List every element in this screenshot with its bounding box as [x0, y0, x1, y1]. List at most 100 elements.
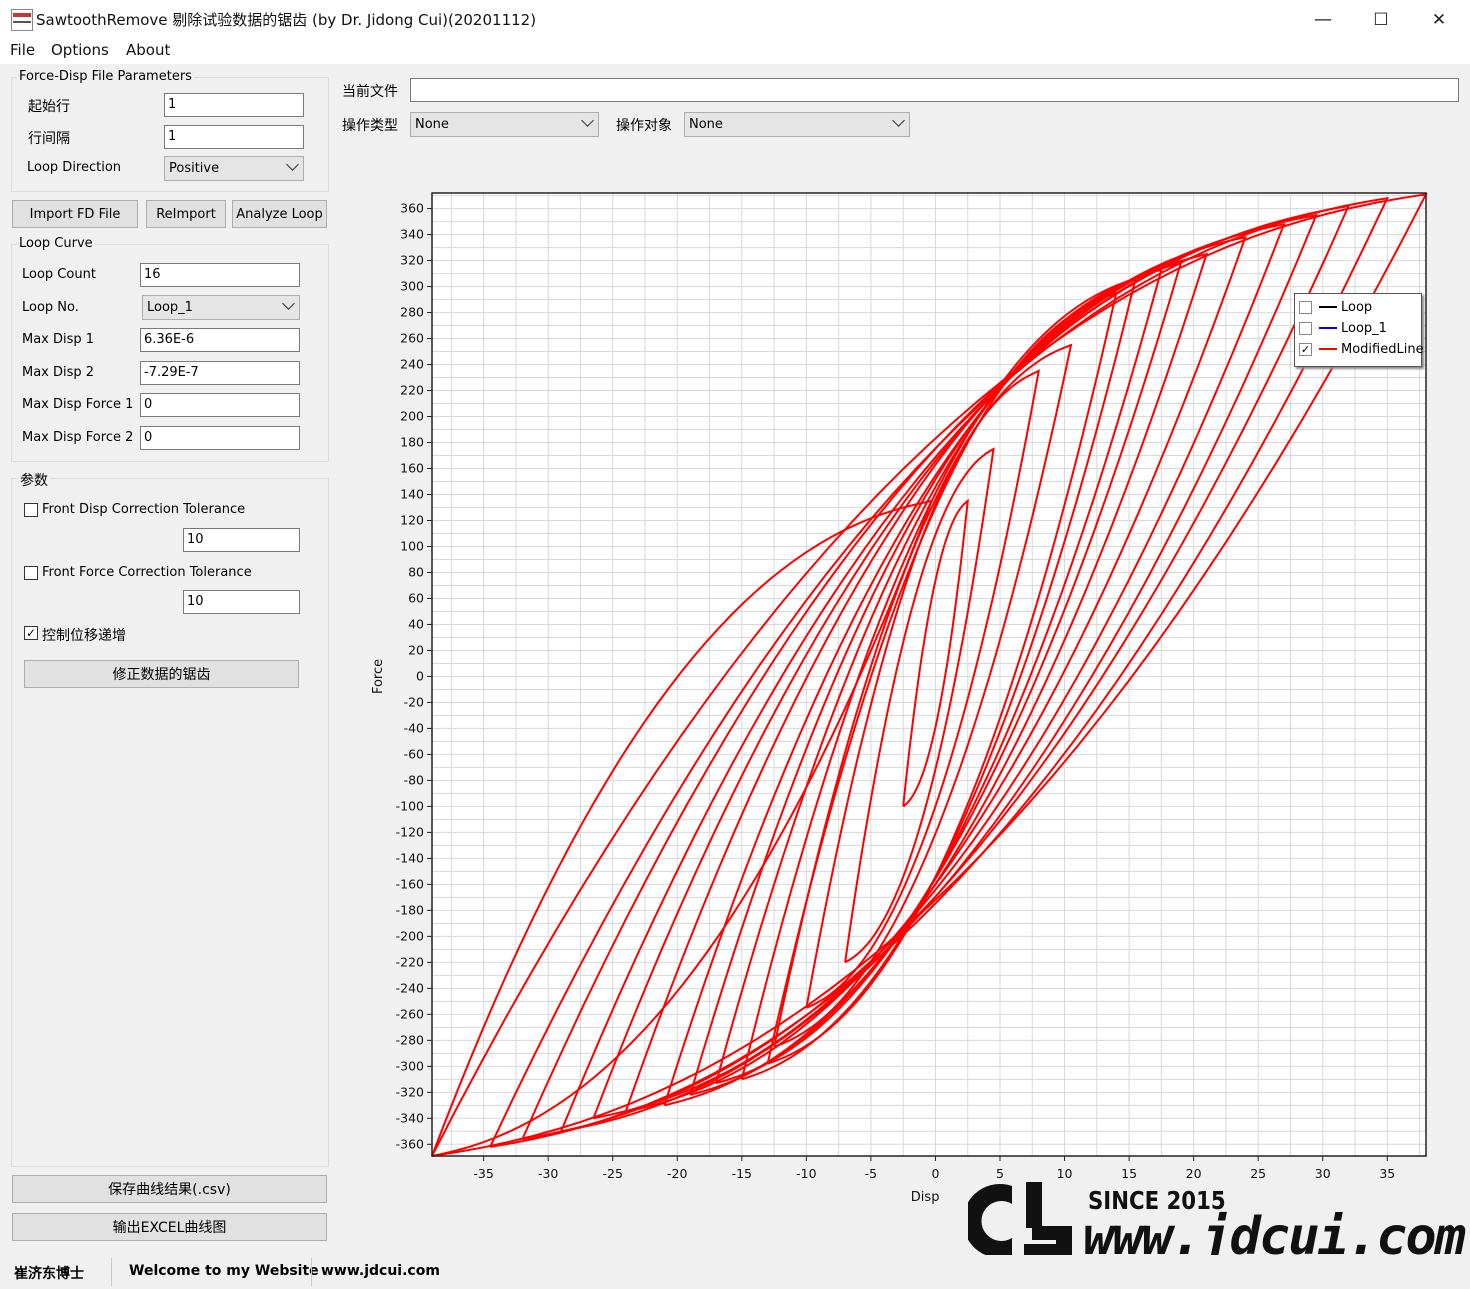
legend-item-modified[interactable]: ✓ ModifiedLine: [1299, 340, 1424, 358]
y-tick-label: -260: [396, 1006, 424, 1021]
x-tick-label: -15: [732, 1166, 752, 1181]
x-tick-label: 0: [931, 1166, 939, 1181]
analyze-loop-button[interactable]: Analyze Loop: [232, 200, 327, 228]
legend-checkbox-loop1[interactable]: [1299, 321, 1312, 335]
y-tick-label: 220: [400, 383, 424, 398]
loop-count-input[interactable]: 16: [140, 263, 300, 287]
y-tick-label: 80: [408, 564, 424, 579]
status-author: 崔济东博士: [14, 1266, 84, 1282]
row-interval-input[interactable]: 1: [164, 125, 304, 149]
check-icon: ✓: [25, 626, 37, 640]
import-fd-file-button[interactable]: Import FD File: [12, 200, 138, 228]
fix-sawtooth-button[interactable]: 修正数据的锯齿: [24, 660, 299, 688]
legend-label-loop: Loop: [1341, 299, 1373, 315]
loop-no-label: Loop No.: [22, 300, 79, 315]
y-tick-label: 40: [408, 616, 424, 631]
minimize-button[interactable]: —: [1294, 0, 1352, 39]
close-button[interactable]: ✕: [1410, 0, 1468, 39]
y-tick-label: 360: [400, 201, 424, 216]
max-disp2-label: Max Disp 2: [22, 365, 95, 380]
x-tick-label: 5: [996, 1166, 1004, 1181]
y-tick-label: -300: [396, 1058, 424, 1073]
y-tick-label: -120: [396, 824, 424, 839]
ctrl-disp-checkbox[interactable]: ✓: [24, 626, 38, 640]
y-tick-label: -40: [404, 720, 424, 735]
loop-no-select[interactable]: Loop_1: [142, 295, 300, 320]
y-tick-label: 60: [408, 590, 424, 605]
loop-count-label: Loop Count: [22, 267, 96, 282]
app-icon: [11, 9, 33, 31]
chevron-down-icon: [581, 114, 594, 127]
loop-direction-value: Positive: [169, 161, 220, 176]
x-tick-label: -5: [865, 1166, 877, 1181]
x-tick-label: 20: [1186, 1166, 1202, 1181]
y-tick-label: 120: [400, 512, 424, 527]
maximize-button[interactable]: ☐: [1352, 0, 1410, 39]
hysteresis-chart[interactable]: -35 -30 -25 -20 -15 -10 -5 0 5 10 15 20 25 30 35 360 340…: [340, 150, 1460, 1210]
y-tick-label: 100: [400, 538, 424, 553]
legend-swatch-loop: [1319, 306, 1337, 308]
x-tick-label: -30: [538, 1166, 558, 1181]
chevron-down-icon: [286, 158, 299, 171]
status-url[interactable]: www.jdcui.com: [321, 1263, 440, 1279]
legend-item-loop[interactable]: Loop: [1299, 298, 1372, 316]
status-separator: [311, 1258, 312, 1286]
y-tick-label: -240: [396, 980, 424, 995]
max-force2-label: Max Disp Force 2: [22, 430, 134, 445]
y-tick-label: 240: [400, 357, 424, 372]
front-disp-checkbox[interactable]: [24, 503, 38, 517]
op-target-value: None: [689, 117, 723, 132]
y-tick-label: -200: [396, 928, 424, 943]
menu-bar: [0, 39, 1470, 64]
legend-checkbox-modified[interactable]: ✓: [1299, 342, 1312, 356]
y-tick-label: -60: [404, 746, 424, 761]
front-force-input[interactable]: 10: [183, 590, 300, 614]
front-disp-label: Front Disp Correction Tolerance: [42, 502, 246, 517]
y-tick-label: 160: [400, 461, 424, 476]
y-tick-label: 280: [400, 305, 424, 320]
y-tick-label: -140: [396, 850, 424, 865]
loop-direction-select[interactable]: Positive: [164, 156, 304, 181]
status-welcome: Welcome to my Website: [129, 1263, 319, 1279]
menu-file[interactable]: File: [10, 41, 35, 59]
legend-label-modified: ModifiedLine: [1341, 341, 1424, 357]
legend-swatch-modified: [1319, 348, 1337, 350]
front-force-checkbox[interactable]: [24, 566, 38, 580]
op-type-label: 操作类型: [342, 118, 398, 134]
max-force1-input[interactable]: 0: [140, 393, 300, 417]
chevron-down-icon: [282, 297, 295, 310]
y-tick-label: -180: [396, 902, 424, 917]
menu-options[interactable]: Options: [51, 41, 109, 59]
legend-swatch-loop1: [1319, 327, 1337, 329]
y-tick-label: -160: [396, 876, 424, 891]
max-disp2-input[interactable]: -7.29E-7: [140, 361, 300, 385]
export-excel-button[interactable]: 输出EXCEL曲线图: [12, 1213, 327, 1241]
current-file-input[interactable]: [410, 78, 1459, 102]
start-row-input[interactable]: 1: [164, 93, 304, 117]
chart-legend[interactable]: Loop Loop_1 ✓ ModifiedLine: [1294, 293, 1424, 367]
fd-params-title: Force-Disp File Parameters: [17, 69, 194, 84]
y-tick-label: 20: [408, 642, 424, 657]
save-csv-button[interactable]: 保存曲线结果(.csv): [12, 1175, 327, 1203]
op-type-select[interactable]: None: [410, 112, 599, 137]
op-target-select[interactable]: None: [684, 112, 910, 137]
reimport-button[interactable]: ReImport: [146, 200, 226, 228]
y-tick-label: 260: [400, 331, 424, 346]
params-group: [11, 478, 329, 1167]
max-disp1-input[interactable]: 6.36E-6: [140, 328, 300, 352]
y-axis-label: Force: [371, 659, 386, 694]
legend-item-loop1[interactable]: Loop_1: [1299, 319, 1387, 337]
x-tick-label: -35: [473, 1166, 493, 1181]
y-tick-label: -360: [396, 1136, 424, 1151]
menu-about[interactable]: About: [126, 41, 170, 59]
y-tick-label: 0: [416, 668, 424, 683]
x-tick-label: -25: [603, 1166, 623, 1181]
max-force2-input[interactable]: 0: [140, 426, 300, 450]
start-row-label: 起始行: [28, 99, 70, 115]
window-title: SawtoothRemove 剔除试验数据的锯齿 (by Dr. Jidong …: [36, 11, 537, 29]
legend-checkbox-loop[interactable]: [1299, 300, 1312, 314]
loop-direction-label: Loop Direction: [27, 160, 122, 175]
front-disp-input[interactable]: 10: [183, 528, 300, 552]
x-tick-label: -20: [667, 1166, 687, 1181]
op-type-value: None: [415, 117, 449, 132]
